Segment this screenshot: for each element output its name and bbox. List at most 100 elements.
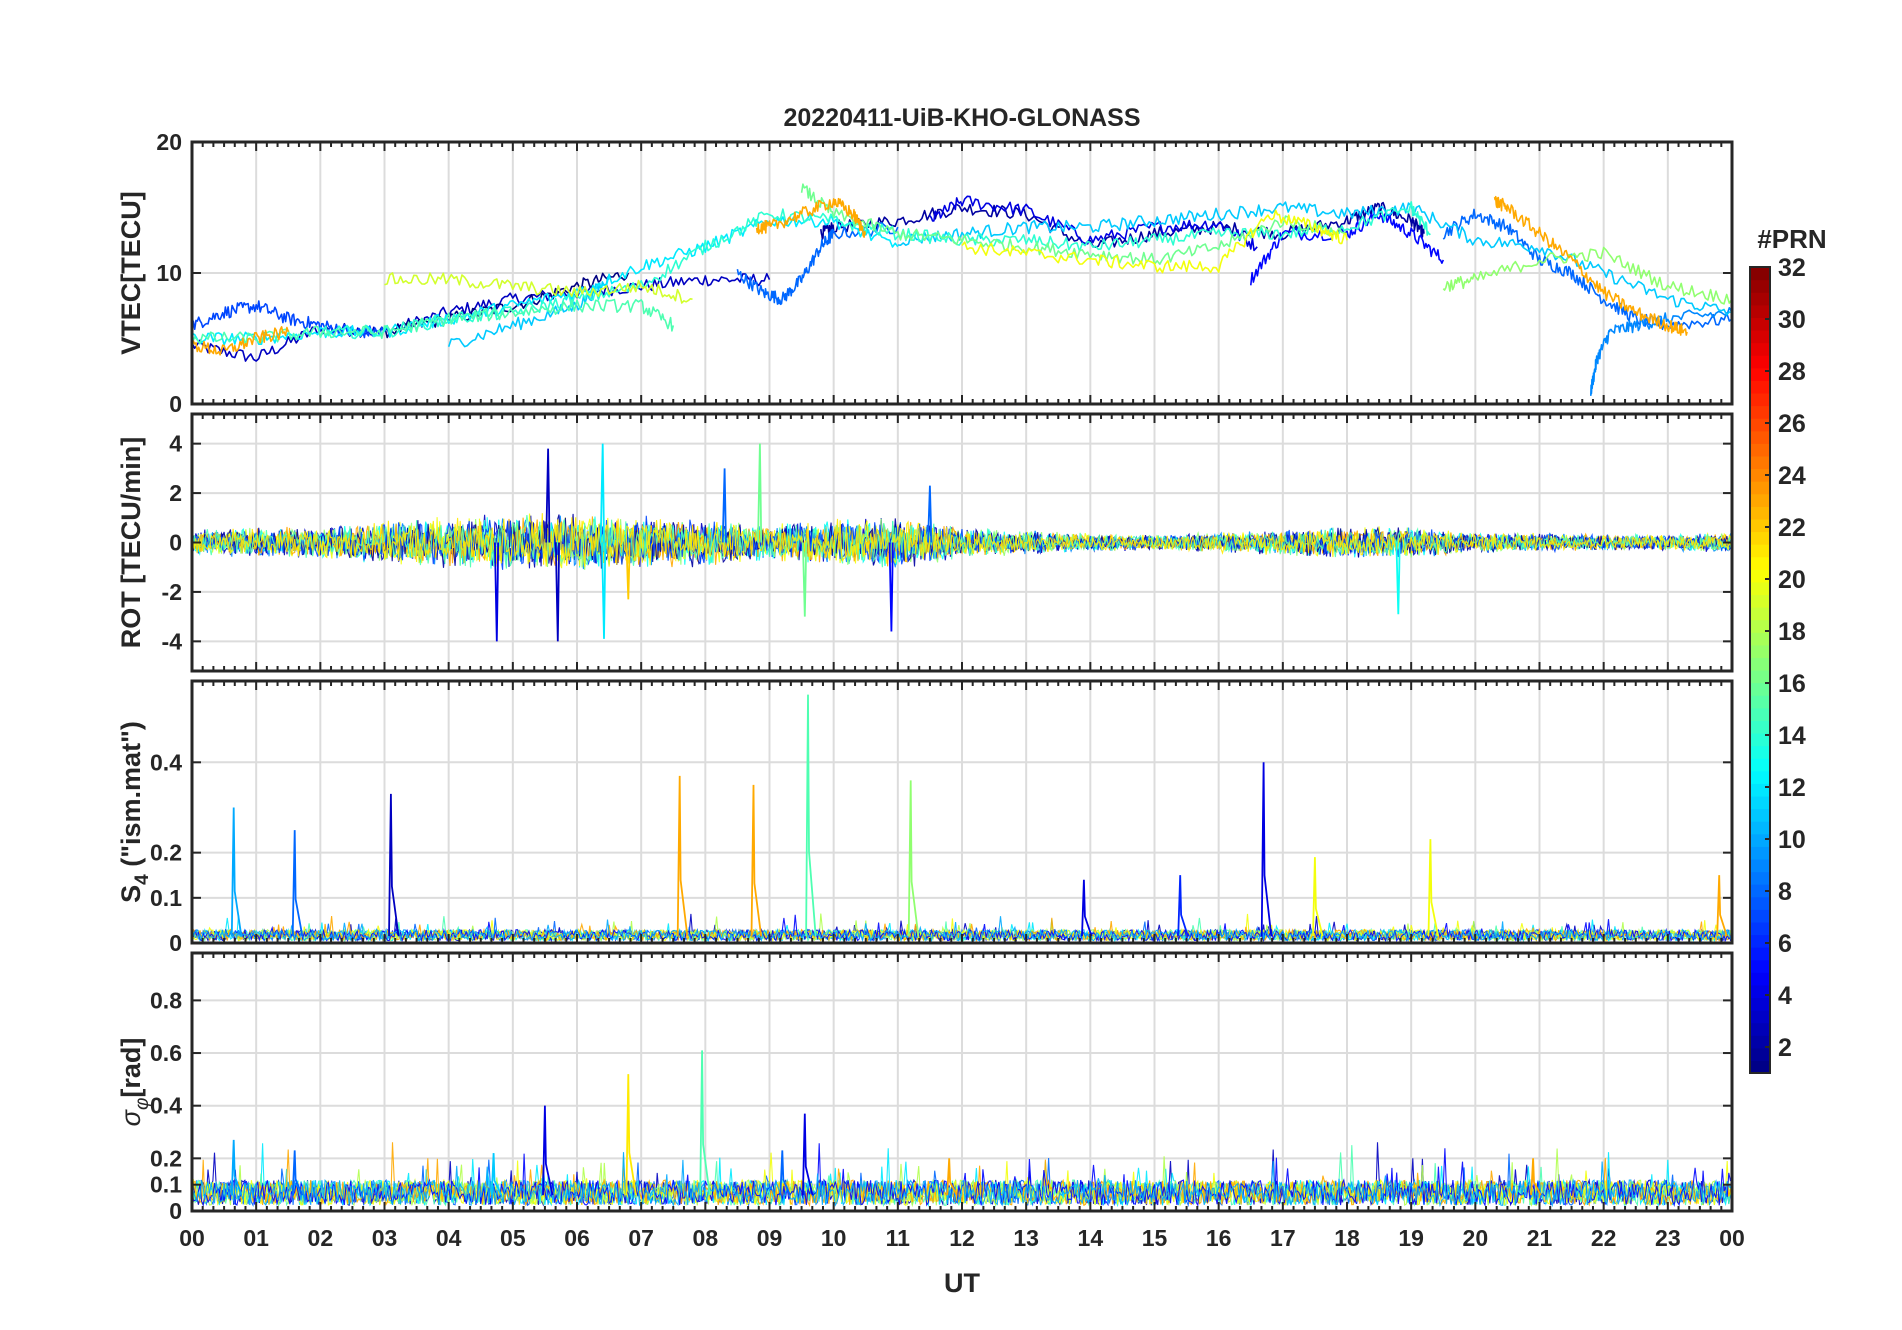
x-tick-label: 00 [1719, 1225, 1745, 1251]
colorbar-tick-label: 30 [1778, 306, 1806, 334]
colorbar-segment [1750, 392, 1770, 407]
panel-sigma-phi: 00.10.2 0.4 0.6 0.8 σφ[rad] [116, 951, 1734, 1224]
x-tick-label: 15 [1142, 1225, 1168, 1251]
x-tick-label: 04 [436, 1225, 462, 1251]
colorbar-tick-label: 6 [1778, 930, 1792, 958]
colorbar-segment [1750, 292, 1770, 306]
x-tick-label: 10 [821, 1225, 847, 1251]
colorbar-segment [1750, 506, 1770, 520]
y-tick-label: 0 [169, 530, 182, 556]
x-axis-label: UT [944, 1268, 980, 1298]
y-tick-label: 0 [169, 930, 182, 956]
x-tick-label: 23 [1655, 1225, 1681, 1251]
y-tick-label: 20 [156, 129, 182, 155]
y-axis-label: σφ[rad] [116, 1038, 153, 1127]
y-tick-label: 4 [169, 431, 182, 457]
colorbar-tick-label: 20 [1778, 566, 1806, 594]
colorbar-segment [1750, 934, 1770, 948]
y-tick-label: 0.4 [150, 1093, 182, 1119]
y-axis-label: S4 ("ism.mat") [116, 721, 153, 903]
colorbar-segment [1750, 556, 1770, 570]
colorbar-segment [1750, 279, 1770, 293]
x-tick-label: 20 [1463, 1225, 1489, 1251]
colorbar-segment [1750, 821, 1770, 835]
colorbar-tick-label: 22 [1778, 514, 1806, 542]
colorbar-segment [1750, 707, 1770, 721]
y-tick-label: 0.2 [150, 1145, 182, 1171]
colorbar-segment [1750, 795, 1770, 810]
colorbar-segment [1750, 644, 1770, 658]
x-tick-label: 05 [500, 1225, 526, 1251]
x-tick-label: 12 [949, 1225, 975, 1251]
colorbar-segment [1750, 1022, 1770, 1036]
x-tick-label: 07 [628, 1225, 654, 1251]
colorbar-segment [1750, 846, 1770, 860]
colorbar-segment [1750, 569, 1770, 583]
y-axis-label-sub: 4 [132, 874, 153, 885]
y-tick-label: 0 [169, 391, 182, 417]
panel-s4: 00.10.20.4S4 ("ism.mat") [116, 679, 1734, 956]
colorbar-tick-label: 28 [1778, 358, 1806, 386]
colorbar-segment [1750, 380, 1770, 394]
x-tick-label: 08 [693, 1225, 719, 1251]
y-axis-label-sub: φ [132, 1098, 153, 1110]
x-tick-label: 03 [372, 1225, 398, 1251]
colorbar-segment [1750, 518, 1770, 533]
colorbar-segment [1750, 972, 1770, 986]
colorbar-segment [1750, 342, 1770, 356]
colorbar-segment [1750, 481, 1770, 495]
colorbar-segment [1750, 682, 1770, 696]
x-tick-label: 18 [1334, 1225, 1360, 1251]
y-tick-label: 0.8 [150, 987, 182, 1013]
colorbar-segment [1750, 871, 1770, 885]
colorbar-segment [1750, 947, 1770, 961]
colorbar-segment [1750, 745, 1770, 759]
x-tick-label: 19 [1398, 1225, 1424, 1251]
colorbar-tick-label: 14 [1778, 722, 1806, 750]
x-tick-label: 01 [243, 1225, 269, 1251]
colorbar-segment [1750, 1010, 1770, 1024]
x-tick-label: 13 [1013, 1225, 1039, 1251]
y-axis-label-rest: [rad] [116, 1038, 146, 1098]
colorbar-label: #PRN [1757, 224, 1826, 254]
y-axis-label: ROT [TECU/min] [116, 437, 146, 648]
colorbar-segment [1750, 720, 1770, 734]
chart-title: 20220411-UiB-KHO-GLONASS [783, 104, 1140, 132]
colorbar-tick-label: 2 [1778, 1034, 1792, 1062]
y-axis-label-main: σ [116, 1108, 146, 1126]
x-tick-labels: 00 01 02 03 04 05 06 07 08 09 10 11 12 13 14 15 16 17 18 19… [179, 1225, 1745, 1251]
colorbar-tick-label: 10 [1778, 826, 1806, 854]
x-tick-label: 17 [1270, 1225, 1296, 1251]
colorbar-segment [1750, 355, 1770, 369]
colorbar-segment [1750, 607, 1770, 621]
colorbar-segment [1750, 657, 1770, 671]
colorbar-segment [1750, 581, 1770, 596]
x-tick-label: 22 [1591, 1225, 1617, 1251]
colorbar-segment [1750, 443, 1770, 457]
colorbar-segment [1750, 770, 1770, 784]
colorbar-segment [1750, 594, 1770, 608]
colorbar-segment [1750, 997, 1770, 1011]
colorbar-segment [1750, 1060, 1770, 1074]
colorbar-segment [1750, 455, 1770, 470]
x-tick-label: 02 [308, 1225, 334, 1251]
colorbar-tick-label: 8 [1778, 878, 1792, 906]
y-tick-label: 0 [169, 1198, 182, 1224]
colorbar-segment [1750, 493, 1770, 507]
x-tick-label: 16 [1206, 1225, 1232, 1251]
colorbar-segment [1750, 670, 1770, 684]
colorbar-segment [1750, 544, 1770, 558]
colorbar-tick-label: 32 [1778, 254, 1806, 282]
colorbar-segment [1750, 896, 1770, 910]
colorbar-segment [1750, 367, 1770, 381]
colorbar-tick-label: 12 [1778, 774, 1806, 802]
x-tick-label: 21 [1527, 1225, 1553, 1251]
colorbar-segment [1750, 783, 1770, 797]
y-axis-label-main: S [116, 885, 146, 903]
y-tick-label: 2 [169, 480, 182, 506]
y-tick-label: 0.1 [150, 1172, 182, 1198]
x-tick-label: 14 [1078, 1225, 1104, 1251]
panel-vtec: 0 10 20 VTEC[TECU] [116, 129, 1734, 417]
y-tick-label: 0.2 [150, 840, 182, 866]
x-tick-label: 11 [886, 1225, 911, 1251]
